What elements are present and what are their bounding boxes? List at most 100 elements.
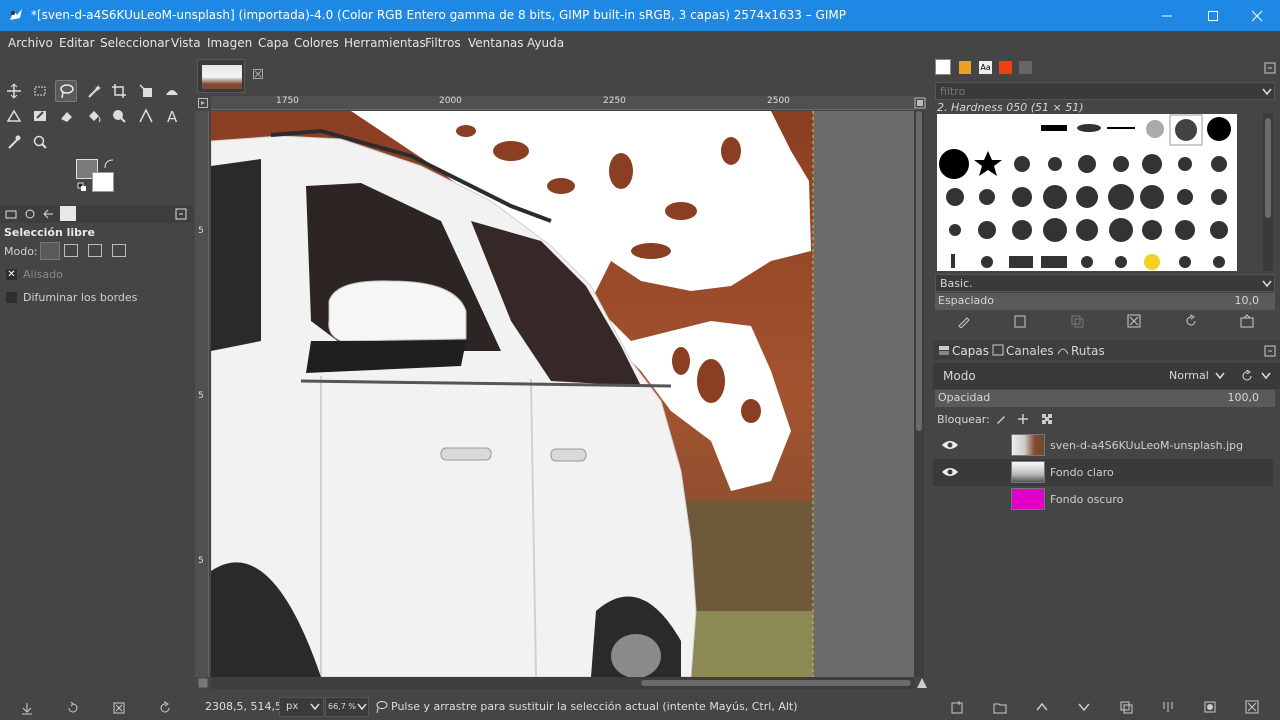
quick-mask-corner-icon[interactable] [198, 98, 208, 108]
horizontal-scrollbar[interactable] [211, 677, 914, 689]
device-status-tab-icon[interactable] [24, 208, 36, 220]
tab-rutas[interactable]: Rutas [1071, 344, 1105, 358]
save-options-icon[interactable] [20, 701, 34, 715]
brush-tag-select[interactable]: Basic. [935, 274, 1275, 292]
undo-history-tab-icon[interactable] [42, 208, 54, 220]
antialias-checkbox[interactable]: ✕ [6, 269, 17, 280]
menu-filtros[interactable]: Filtros [425, 36, 461, 50]
close-button[interactable] [1234, 0, 1280, 31]
refresh-brushes-icon[interactable] [1184, 314, 1198, 328]
zoom-select[interactable]: 66,7 % [325, 697, 369, 717]
menu-colores[interactable]: Colores [294, 36, 339, 50]
brush-grid-scroll-thumb[interactable] [1265, 118, 1271, 218]
restore-options-icon[interactable] [66, 701, 80, 715]
text-tool-icon[interactable]: A [161, 105, 183, 127]
layer-mode-select[interactable]: Normal [1163, 366, 1233, 386]
reset-options-icon[interactable] [158, 701, 172, 715]
feather-checkbox[interactable] [6, 292, 17, 303]
navigate-image-icon[interactable] [916, 677, 928, 689]
bucket-fill-tool-icon[interactable] [83, 105, 105, 127]
configure-dock-icon[interactable] [1264, 62, 1276, 74]
spacing-slider[interactable]: Espaciado 10,0 [935, 293, 1275, 310]
menu-vista[interactable]: Vista [171, 36, 201, 50]
menu-ayuda[interactable]: Ayuda [527, 36, 564, 50]
layer-row[interactable]: sven-d-a4S6KUuLeoM-unsplash.jpg [933, 432, 1273, 459]
menu-herramientas[interactable]: Herramientas [344, 36, 426, 50]
image-tab[interactable] [197, 59, 245, 93]
vertical-scrollbar[interactable] [914, 111, 924, 677]
navigate-icon[interactable] [198, 678, 208, 688]
opacity-slider[interactable]: Opacidad 100,0 [935, 390, 1275, 407]
menu-imagen[interactable]: Imagen [207, 36, 252, 50]
swap-colors-icon[interactable] [104, 159, 114, 169]
duplicate-layer-icon[interactable] [1119, 700, 1133, 714]
duplicate-brush-icon[interactable] [1070, 314, 1084, 328]
background-color-swatch[interactable] [92, 172, 114, 192]
configure-tab-icon[interactable] [175, 208, 187, 220]
menu-capa[interactable]: Capa [258, 36, 289, 50]
delete-options-icon[interactable] [112, 701, 126, 715]
horizontal-scroll-thumb[interactable] [641, 680, 911, 686]
eraser-tool-icon[interactable] [55, 105, 77, 127]
crop-tool-icon[interactable] [108, 80, 130, 102]
brush-grid-scrollbar[interactable] [1263, 114, 1273, 271]
lower-layer-icon[interactable] [1077, 700, 1091, 714]
vertical-scroll-thumb[interactable] [916, 111, 922, 431]
align-tool-icon[interactable] [29, 80, 51, 102]
gradients-tab-icon[interactable] [999, 61, 1012, 74]
eye-icon[interactable] [941, 439, 959, 451]
mode-subtract-button[interactable] [88, 244, 102, 257]
new-layer-icon[interactable] [950, 700, 964, 714]
default-colors-icon[interactable] [77, 182, 87, 192]
eye-icon[interactable] [941, 466, 959, 478]
dodge-burn-tool-icon[interactable] [135, 105, 157, 127]
free-select-tool-icon[interactable] [55, 80, 77, 102]
merge-down-icon[interactable] [1161, 700, 1175, 714]
delete-brush-icon[interactable] [1127, 314, 1141, 328]
raise-layer-icon[interactable] [1035, 700, 1049, 714]
smudge-tool-icon[interactable] [108, 105, 130, 127]
configure-layers-tab-icon[interactable] [1264, 345, 1276, 357]
brushes-tab-icon[interactable] [935, 59, 951, 75]
mode-add-button[interactable] [64, 244, 78, 257]
move-tool-icon[interactable] [3, 80, 25, 102]
mode-intersect-button[interactable] [112, 244, 126, 257]
close-image-tab-icon[interactable] [253, 69, 263, 79]
edit-brush-icon[interactable] [957, 314, 971, 328]
menu-editar[interactable]: Editar [59, 36, 95, 50]
images-tab-icon[interactable] [60, 206, 76, 221]
palettes-tab-icon[interactable] [1019, 61, 1032, 74]
lock-pixels-icon[interactable] [995, 413, 1007, 425]
perspective-clone-tool-icon[interactable] [29, 105, 51, 127]
zoom-tool-icon[interactable] [29, 131, 51, 153]
lock-position-icon[interactable] [1017, 413, 1029, 425]
open-brush-as-image-icon[interactable] [1240, 314, 1254, 328]
brush-grid[interactable] [937, 114, 1237, 271]
layer-mask-icon[interactable] [1203, 700, 1217, 714]
zoom-follow-icon[interactable] [914, 97, 926, 109]
menu-archivo[interactable]: Archivo [8, 36, 53, 50]
lock-alpha-icon[interactable] [1041, 413, 1053, 425]
tab-capas[interactable]: Capas [952, 344, 989, 358]
menu-seleccionar[interactable]: Seleccionar [100, 36, 169, 50]
unit-select[interactable]: px [279, 697, 324, 717]
unified-transform-tool-icon[interactable] [135, 80, 157, 102]
color-picker-tool-icon[interactable] [3, 131, 25, 153]
maximize-button[interactable] [1190, 0, 1236, 31]
layer-row[interactable]: Fondo oscuro [933, 486, 1273, 513]
minimize-button[interactable] [1144, 0, 1190, 31]
fonts-tab-icon[interactable]: Aa [979, 61, 992, 74]
warp-transform-tool-icon[interactable] [161, 80, 183, 102]
brush-filter-input[interactable]: filtro [935, 82, 1275, 100]
patterns-tab-icon[interactable] [959, 61, 971, 74]
image-canvas[interactable] [211, 111, 914, 677]
layer-composite-select[interactable] [1237, 366, 1275, 386]
tool-options-tab-icon[interactable] [5, 208, 17, 220]
layer-row-selected[interactable]: Fondo claro [933, 459, 1273, 486]
cage-transform-tool-icon[interactable] [3, 105, 25, 127]
tab-canales[interactable]: Canales [1006, 344, 1054, 358]
mode-replace-button[interactable] [40, 242, 60, 260]
delete-layer-icon[interactable] [1245, 700, 1259, 714]
menu-ventanas[interactable]: Ventanas [468, 36, 524, 50]
new-brush-icon[interactable] [1013, 314, 1027, 328]
